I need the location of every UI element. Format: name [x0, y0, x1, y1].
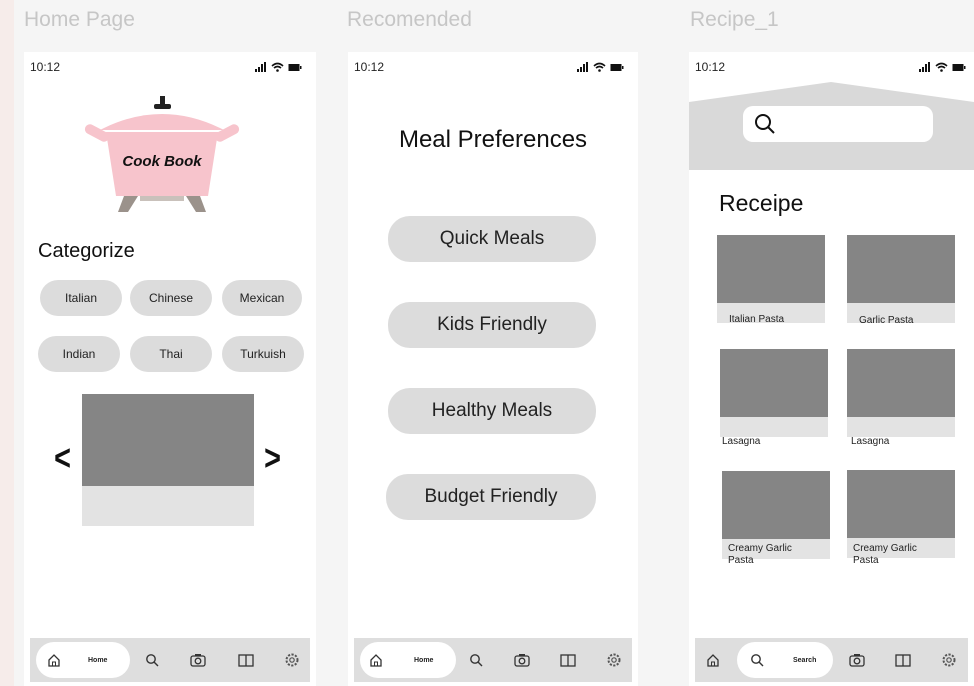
- recipe-name: Garlic Pasta: [859, 315, 914, 326]
- home-icon: [48, 654, 60, 667]
- signal-icon: [255, 62, 266, 72]
- settings-icon: [607, 653, 621, 667]
- settings-icon: [942, 653, 956, 667]
- carousel-next-button[interactable]: >: [264, 440, 281, 476]
- recipe-name: Lasagna: [722, 436, 761, 447]
- signal-icon: [919, 62, 930, 72]
- battery-icon: [610, 64, 624, 71]
- recipe-card[interactable]: Italian Pasta: [717, 235, 825, 325]
- tab-camera[interactable]: [847, 638, 867, 682]
- category-thai[interactable]: Thai: [130, 336, 212, 372]
- recipe-name: Lasagna: [851, 436, 890, 447]
- status-time: 10:12: [354, 60, 385, 74]
- wifi-icon: [593, 62, 606, 72]
- tab-book[interactable]: [236, 638, 256, 682]
- signal-icon: [577, 62, 588, 72]
- search-icon: [146, 654, 159, 667]
- tab-search[interactable]: [747, 638, 767, 682]
- battery-icon: [288, 64, 302, 71]
- settings-icon: [285, 653, 299, 667]
- tab-home-label: Home: [414, 656, 434, 664]
- recipe-name: Creamy Garlic Pasta: [728, 543, 792, 566]
- book-icon: [238, 654, 254, 667]
- category-italian[interactable]: Italian: [40, 280, 122, 316]
- recipe-card[interactable]: Garlic Pasta: [847, 235, 955, 326]
- category-turkuish[interactable]: Turkuish: [222, 336, 304, 372]
- tab-camera[interactable]: [512, 638, 532, 682]
- tab-search[interactable]: [466, 638, 486, 682]
- search-icon: [470, 654, 483, 667]
- recipe-image-placeholder: [722, 471, 830, 539]
- tab-bar: Home: [30, 638, 310, 682]
- category-indian[interactable]: Indian: [38, 336, 120, 372]
- book-icon: [895, 654, 911, 667]
- recipe-card[interactable]: Creamy Garlic Pasta: [847, 470, 955, 566]
- search-icon: [751, 654, 764, 667]
- wifi-icon: [935, 62, 948, 72]
- page-title: Meal Preferences: [398, 126, 588, 153]
- camera-icon: [514, 654, 530, 667]
- search-icon: [755, 114, 775, 134]
- section-title: Receipe: [719, 190, 804, 216]
- recipe-name: Creamy Garlic Pasta: [853, 543, 917, 566]
- tab-book[interactable]: [893, 638, 913, 682]
- option-budget-friendly[interactable]: Budget Friendly: [386, 474, 596, 520]
- tab-settings[interactable]: [604, 638, 624, 682]
- option-quick-meals[interactable]: Quick Meals: [388, 216, 596, 262]
- tab-book[interactable]: [558, 638, 578, 682]
- tab-home[interactable]: [44, 638, 64, 682]
- recipe-image-placeholder: [847, 235, 955, 303]
- recipe-screen: 10:12 Receipe Italian Pasta Garlic Pasta…: [689, 52, 974, 686]
- frame-label-home: Home Page: [24, 8, 135, 31]
- status-icons: [577, 62, 624, 72]
- recipe-card[interactable]: Creamy Garlic Pasta: [722, 471, 830, 566]
- camera-icon: [190, 654, 206, 667]
- wifi-icon: [271, 62, 284, 72]
- recipe-image-placeholder: [847, 349, 955, 417]
- recipe-name: Italian Pasta: [729, 314, 785, 325]
- status-time: 10:12: [695, 60, 726, 74]
- carousel-card[interactable]: [82, 394, 254, 526]
- home-screen: 10:12 Cook Book Categorize Italian Chine…: [24, 52, 316, 686]
- tab-camera[interactable]: [188, 638, 208, 682]
- recipe-image-placeholder: [717, 235, 825, 303]
- category-chinese[interactable]: Chinese: [130, 280, 212, 316]
- tab-search[interactable]: [142, 638, 162, 682]
- recipe-card[interactable]: Lasagna: [720, 349, 828, 447]
- recommended-screen: 10:12 Meal Preferences Quick Meals Kids …: [348, 52, 638, 686]
- status-icons: [919, 62, 966, 72]
- recipe-card[interactable]: Lasagna: [847, 349, 955, 447]
- tab-settings[interactable]: [939, 638, 959, 682]
- category-mexican[interactable]: Mexican: [222, 280, 302, 316]
- home-icon: [370, 654, 382, 667]
- tab-home[interactable]: [366, 638, 386, 682]
- status-time: 10:12: [30, 60, 61, 74]
- tab-bar: Search: [695, 638, 968, 682]
- logo-text: Cook Book: [122, 153, 202, 170]
- book-icon: [560, 654, 576, 667]
- battery-icon: [952, 64, 966, 71]
- carousel-prev-button[interactable]: <: [54, 440, 71, 476]
- recipe-image-placeholder: [847, 470, 955, 538]
- option-healthy-meals[interactable]: Healthy Meals: [388, 388, 596, 434]
- recipe-image-placeholder: [720, 349, 828, 417]
- home-icon: [707, 654, 719, 667]
- tab-home-label: Home: [88, 656, 108, 664]
- frame-label-recommended: Recomended: [347, 8, 472, 31]
- option-kids-friendly[interactable]: Kids Friendly: [388, 302, 596, 348]
- search-bar[interactable]: [743, 106, 933, 142]
- carousel-image-placeholder: [82, 394, 254, 486]
- camera-icon: [849, 654, 865, 667]
- tab-bar: Home: [354, 638, 632, 682]
- tab-home[interactable]: [703, 638, 723, 682]
- left-edge-strip: [0, 0, 14, 686]
- tab-settings[interactable]: [282, 638, 302, 682]
- section-title: Categorize: [38, 240, 135, 262]
- tab-search-label: Search: [793, 656, 817, 664]
- frame-label-recipe: Recipe_1: [690, 8, 779, 31]
- status-icons: [255, 62, 302, 72]
